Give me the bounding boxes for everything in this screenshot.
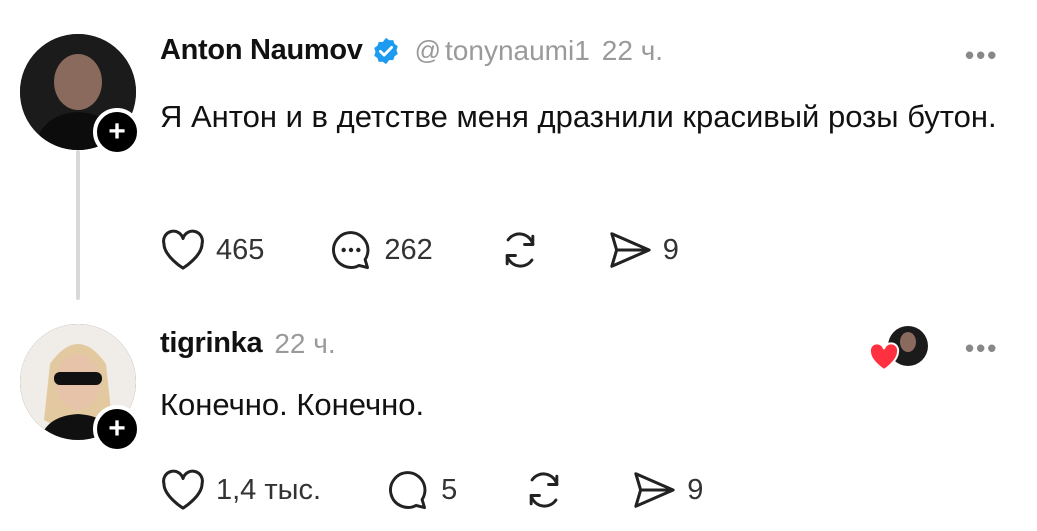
thread-line (76, 150, 80, 300)
send-icon (634, 472, 675, 508)
send-icon (610, 232, 651, 268)
timestamp: 22 ч. (274, 327, 336, 359)
like-count: 1,4 тыс. (216, 473, 322, 506)
reply-count: 262 (384, 233, 433, 266)
post-text: Я Антон и в детстве меня дразнили красив… (160, 99, 997, 134)
username[interactable]: tigrinka (160, 327, 263, 360)
liked-by-author-avatar[interactable] (868, 322, 930, 377)
heart-icon (162, 469, 204, 510)
repost-button[interactable] (521, 468, 567, 512)
repost-button[interactable] (497, 228, 543, 272)
reply-actions: 1,4 тыс. 5 9 (160, 468, 703, 512)
reply-button[interactable]: 262 (328, 228, 433, 272)
reply-text: Конечно. Конечно. (160, 387, 425, 422)
like-button[interactable]: 465 (160, 229, 264, 271)
like-button[interactable]: 1,4 тыс. (160, 469, 321, 511)
share-button[interactable]: 9 (607, 229, 679, 271)
share-count: 9 (687, 473, 704, 506)
like-count: 465 (216, 233, 265, 266)
repost-icon (529, 472, 559, 508)
share-button[interactable]: 9 (631, 469, 703, 511)
username[interactable]: Anton Naumov (160, 34, 363, 67)
more-options-button[interactable]: ••• (965, 333, 998, 364)
comment-icon (389, 471, 427, 510)
reply-button[interactable]: 5 (385, 468, 457, 512)
reply-header: tigrinka 22 ч. (160, 327, 336, 360)
heart-icon (162, 229, 204, 270)
heart-badge-icon (868, 342, 900, 372)
timestamp: 22 ч. (601, 34, 664, 66)
handle[interactable]: @ tonynaumi1 (415, 35, 590, 67)
follow-button-anton[interactable]: + (93, 108, 141, 156)
post-header: Anton Naumov @ tonynaumi1 22 ч. (160, 34, 663, 67)
follow-button-tigrinka[interactable]: + (93, 405, 141, 453)
reply-count: 5 (441, 473, 458, 506)
handle-text: tonynaumi1 (445, 34, 590, 66)
more-options-button[interactable]: ••• (965, 40, 998, 71)
threads-icon: @ (414, 35, 442, 65)
post-actions: 465 262 9 (160, 228, 679, 272)
verified-badge-icon (373, 37, 398, 64)
repost-icon (505, 232, 535, 268)
comment-icon (332, 231, 370, 270)
share-count: 9 (662, 233, 679, 266)
